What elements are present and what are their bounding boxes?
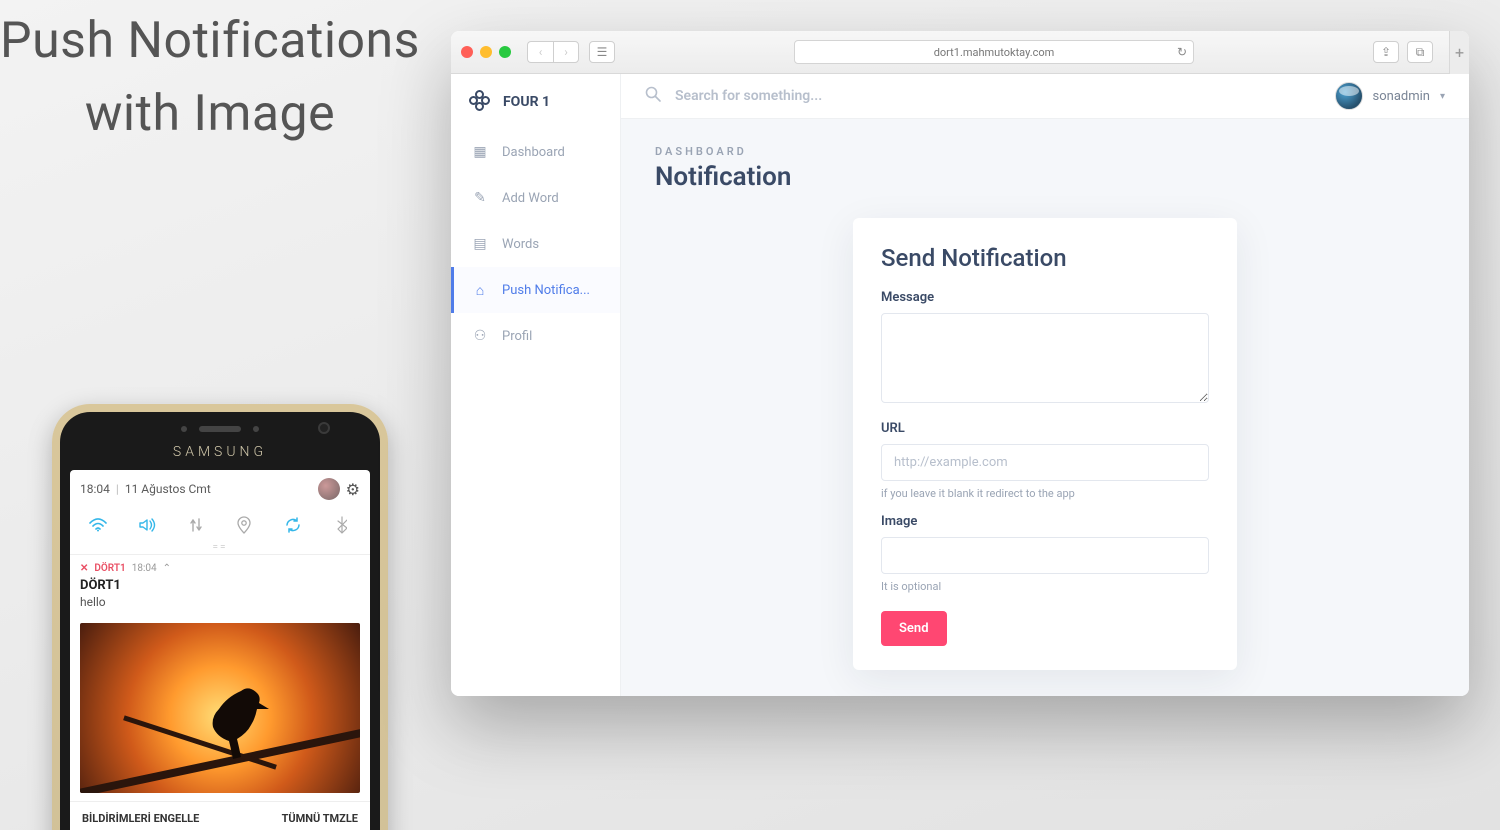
sidebar: FOUR 1 ▦ Dashboard ✎ Add Word ▤ Words ⌂ … (451, 74, 621, 696)
share-icon[interactable]: ⇪ (1373, 41, 1399, 63)
nav-label: Profil (502, 329, 532, 344)
webapp: FOUR 1 ▦ Dashboard ✎ Add Word ▤ Words ⌂ … (451, 74, 1469, 696)
maximize-icon[interactable] (499, 46, 511, 58)
dashboard-icon: ▦ (472, 144, 488, 160)
pencil-icon: ✎ (472, 190, 488, 206)
nav-label: Dashboard (502, 145, 565, 160)
bluetooth-icon[interactable] (331, 514, 353, 536)
topbar: sonadmin ▾ (621, 74, 1469, 119)
address-text: dort1.mahmutoktay.com (934, 46, 1055, 59)
nav-label: Words (502, 237, 539, 252)
nav-add-word[interactable]: ✎ Add Word (451, 175, 620, 221)
chevron-down-icon: ▾ (1440, 91, 1445, 102)
brand-name: FOUR 1 (503, 94, 550, 110)
url-hint: if you leave it blank it redirect to the… (881, 487, 1209, 500)
card-title: Send Notification (881, 244, 1209, 272)
brand[interactable]: FOUR 1 (451, 74, 620, 129)
send-notification-card: Send Notification Message URL if you lea… (853, 218, 1237, 670)
status-date: 11 Ağustos Cmt (125, 482, 211, 496)
brand-logo-icon (469, 90, 493, 114)
clear-all-button[interactable]: TÜMNÜ TMZLE (282, 812, 358, 825)
location-icon[interactable] (233, 514, 255, 536)
collapse-caret-icon[interactable]: ⌃ (163, 563, 171, 574)
sidebar-toggle-icon[interactable]: ☰ (589, 41, 615, 63)
drag-handle-icon[interactable]: == (70, 540, 370, 554)
send-button[interactable]: Send (881, 611, 947, 646)
nav-label: Push Notifica... (502, 283, 590, 298)
crow-silhouette-icon (203, 681, 273, 761)
wifi-icon[interactable] (87, 514, 109, 536)
phone-mockup: SAMSUNG 18:04 | 11 Ağustos Cmt ⚙ (52, 404, 388, 830)
message-input[interactable] (881, 313, 1209, 403)
image-input[interactable] (881, 537, 1209, 574)
username: sonadmin (1373, 89, 1430, 104)
tabs-icon[interactable]: ⧉ (1407, 41, 1433, 63)
search-input[interactable] (675, 88, 1321, 104)
app-icon: ✕ (80, 563, 88, 574)
message-label: Message (881, 290, 1209, 305)
hero-title: Push Notifications with Image (0, 5, 420, 150)
gear-icon[interactable]: ⚙ (346, 480, 360, 499)
notification-app-name: DÖRT1 (94, 563, 125, 574)
nav-profil[interactable]: ⚇ Profil (451, 313, 620, 359)
url-input[interactable] (881, 444, 1209, 481)
notification-item[interactable]: ✕ DÖRT1 18:04 ⌃ DÖRT1 hello (70, 554, 370, 615)
close-icon[interactable] (461, 46, 473, 58)
notification-image (80, 623, 360, 793)
notification-panel-header: 18:04 | 11 Ağustos Cmt ⚙ (70, 470, 370, 508)
breadcrumb: DASHBOARD (655, 145, 1435, 158)
notification-title: DÖRT1 (80, 578, 360, 593)
page-title: Notification (655, 162, 1435, 192)
image-label: Image (881, 514, 1209, 529)
phone-brand: SAMSUNG (60, 444, 380, 460)
new-tab-button[interactable]: + (1449, 31, 1469, 74)
main: sonadmin ▾ DASHBOARD Notification Send N… (621, 74, 1469, 696)
content: DASHBOARD Notification Send Notification… (621, 119, 1469, 696)
block-notifications-button[interactable]: BİLDİRİMLERİ ENGELLE (82, 812, 199, 825)
phone-screen: 18:04 | 11 Ağustos Cmt ⚙ == (70, 470, 370, 830)
list-icon: ▤ (472, 236, 488, 252)
url-label: URL (881, 421, 1209, 436)
nav-push-notifications[interactable]: ⌂ Push Notifica... (451, 267, 620, 313)
user-avatar-icon[interactable] (318, 478, 340, 500)
laptop-icon: ⌂ (472, 282, 488, 299)
search-icon (645, 86, 661, 106)
minimize-icon[interactable] (480, 46, 492, 58)
sync-icon[interactable] (282, 514, 304, 536)
forward-button[interactable]: › (553, 41, 579, 63)
nav: ▦ Dashboard ✎ Add Word ▤ Words ⌂ Push No… (451, 129, 620, 359)
notification-body: hello (80, 595, 360, 609)
nav-dashboard[interactable]: ▦ Dashboard (451, 129, 620, 175)
reload-icon[interactable]: ↻ (1177, 45, 1187, 59)
people-icon: ⚇ (472, 328, 488, 344)
back-button[interactable]: ‹ (527, 41, 553, 63)
data-icon[interactable] (185, 514, 207, 536)
avatar-icon (1335, 82, 1363, 110)
status-time: 18:04 (80, 482, 110, 496)
quick-toggles (70, 508, 370, 540)
nav-words[interactable]: ▤ Words (451, 221, 620, 267)
browser-window: ‹ › ☰ dort1.mahmutoktay.com ↻ ⇪ ⧉ + FOUR… (451, 31, 1469, 696)
address-bar[interactable]: dort1.mahmutoktay.com ↻ (794, 40, 1194, 64)
window-controls (461, 46, 511, 58)
user-menu[interactable]: sonadmin ▾ (1335, 82, 1445, 110)
notification-time: 18:04 (132, 563, 157, 574)
sound-icon[interactable] (136, 514, 158, 536)
nav-label: Add Word (502, 191, 559, 206)
image-hint: It is optional (881, 580, 1209, 593)
browser-chrome: ‹ › ☰ dort1.mahmutoktay.com ↻ ⇪ ⧉ + (451, 31, 1469, 74)
